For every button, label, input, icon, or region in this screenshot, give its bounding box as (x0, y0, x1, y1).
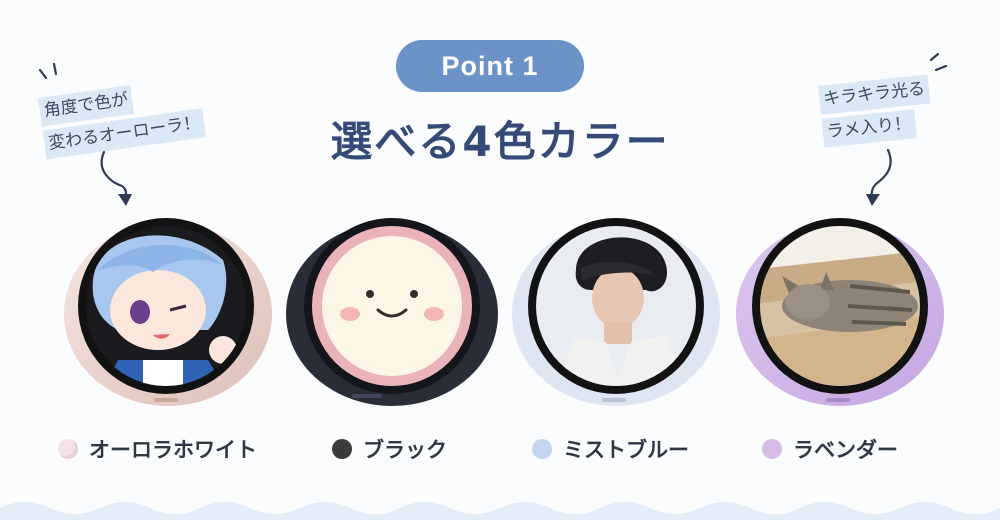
curly-arrow-left-icon (100, 150, 128, 202)
color-dot-icon (58, 439, 78, 459)
curly-arrow-right-icon (870, 148, 892, 202)
device-black (286, 218, 498, 406)
device-mist-blue (512, 218, 720, 406)
smiley-face-screen (322, 236, 462, 376)
accent-stroke (934, 64, 948, 72)
legend-item-mist-blue: ミストブルー (532, 434, 689, 464)
smiley-cheek (424, 307, 444, 321)
device-lavender (736, 218, 944, 406)
smiley-eye (410, 290, 418, 298)
bottom-wave (0, 502, 1000, 520)
accent-stroke (38, 68, 48, 80)
device-port (154, 398, 178, 402)
legend-label: ブラック (363, 438, 447, 462)
smiley-eye (366, 290, 374, 298)
legend-item-black: ブラック (332, 434, 447, 464)
device-port (826, 398, 850, 402)
device-port (602, 398, 626, 402)
color-dot-icon (532, 439, 552, 459)
legend-item-lavender: ラベンダー (762, 434, 898, 464)
legend-item-aurora-white: オーロラホワイト (58, 434, 257, 464)
color-dot-icon (332, 439, 352, 459)
color-dot-icon (762, 439, 782, 459)
arrowhead-right-icon (866, 194, 880, 206)
accent-stroke (52, 62, 58, 76)
legend-label: ミストブルー (563, 438, 689, 462)
arrowhead-left-icon (118, 194, 132, 206)
device-port (352, 394, 382, 398)
accent-stroke (929, 52, 940, 62)
device-aurora-white (64, 218, 272, 406)
legend-label: ラベンダー (793, 438, 898, 462)
legend-label: オーロラホワイト (89, 438, 257, 462)
smiley-cheek (340, 307, 360, 321)
